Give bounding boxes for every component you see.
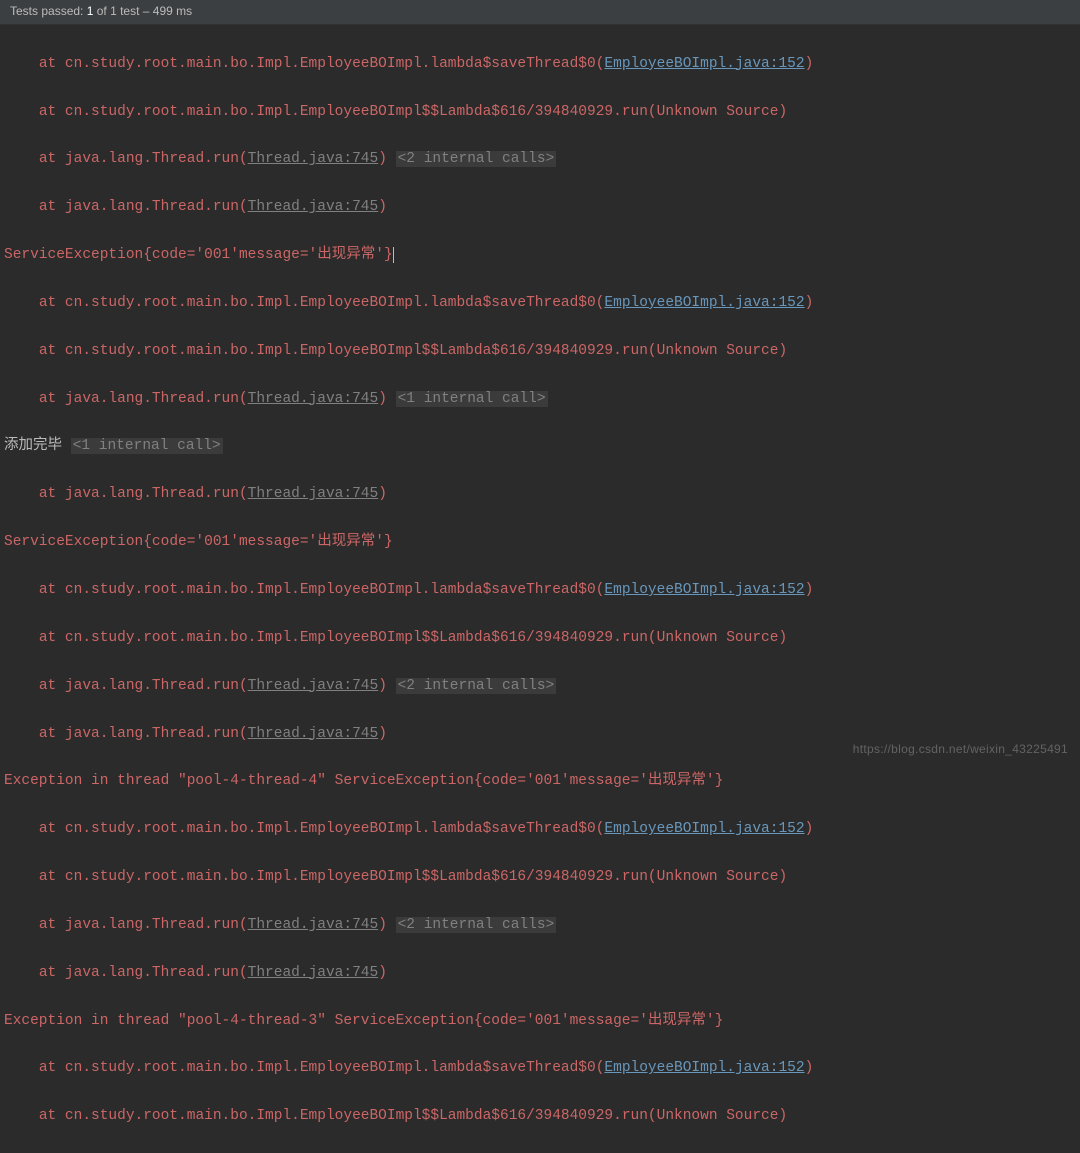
tests-time: 499 ms [153,4,192,18]
stacktrace-line: at java.lang.Thread.run(Thread.java:745)… [4,914,1080,938]
source-link[interactable]: Thread.java:745 [248,151,379,167]
stacktrace-line: at cn.study.root.main.bo.Impl.EmployeeBO… [4,292,1080,316]
source-link[interactable]: Thread.java:745 [248,199,379,215]
stacktrace-line: at java.lang.Thread.run(Thread.java:745)… [4,675,1080,699]
stacktrace-line: at cn.study.root.main.bo.Impl.EmployeeBO… [4,101,1080,125]
internal-calls-tag[interactable]: <1 internal call> [396,391,548,407]
source-link[interactable]: Thread.java:745 [248,726,379,742]
internal-calls-tag[interactable]: <2 internal calls> [396,151,557,167]
text-cursor [393,247,394,263]
exception-line: Exception in thread "pool-4-thread-4" Se… [4,770,1080,794]
exception-line: ServiceException{code='001'message='出现异常… [4,531,1080,555]
internal-calls-tag[interactable]: <2 internal calls> [396,917,557,933]
stacktrace-line: at java.lang.Thread.run(Thread.java:745) [4,196,1080,220]
test-status-header: Tests passed: 1 of 1 test – 499 ms [0,0,1080,25]
stacktrace-line: at java.lang.Thread.run(Thread.java:745)… [4,388,1080,412]
stacktrace-line: at cn.study.root.main.bo.Impl.EmployeeBO… [4,1057,1080,1081]
exception-line: Exception in thread "pool-4-thread-3" Se… [4,1010,1080,1034]
source-link[interactable]: EmployeeBOImpl.java:152 [604,56,804,72]
stacktrace-line: at cn.study.root.main.bo.Impl.EmployeeBO… [4,818,1080,842]
exception-line: ServiceException{code='001'message='出现异常… [4,244,1080,268]
source-link[interactable]: EmployeeBOImpl.java:152 [604,582,804,598]
source-link[interactable]: EmployeeBOImpl.java:152 [604,821,804,837]
tests-passed-mid: of 1 test – [93,4,152,18]
source-link[interactable]: Thread.java:745 [248,965,379,981]
stacktrace-line: at cn.study.root.main.bo.Impl.EmployeeBO… [4,579,1080,603]
console-output[interactable]: at cn.study.root.main.bo.Impl.EmployeeBO… [0,25,1080,1153]
source-link[interactable]: Thread.java:745 [248,917,379,933]
stacktrace-line: at java.lang.Thread.run(Thread.java:745)… [4,148,1080,172]
internal-calls-tag[interactable]: <1 internal call> [71,438,223,454]
stacktrace-line: at cn.study.root.main.bo.Impl.EmployeeBO… [4,627,1080,651]
tests-passed-prefix: Tests passed: [10,4,87,18]
stacktrace-line: at java.lang.Thread.run(Thread.java:745) [4,962,1080,986]
watermark-text: https://blog.csdn.net/weixin_43225491 [853,740,1068,760]
stacktrace-line: at java.lang.Thread.run(Thread.java:745) [4,483,1080,507]
stacktrace-line: at cn.study.root.main.bo.Impl.EmployeeBO… [4,340,1080,364]
source-link[interactable]: Thread.java:745 [248,486,379,502]
stacktrace-line: at cn.study.root.main.bo.Impl.EmployeeBO… [4,866,1080,890]
output-line: 添加完毕 <1 internal call> [4,435,1080,459]
stacktrace-line: at cn.study.root.main.bo.Impl.EmployeeBO… [4,1105,1080,1129]
stacktrace-line: at cn.study.root.main.bo.Impl.EmployeeBO… [4,53,1080,77]
source-link[interactable]: EmployeeBOImpl.java:152 [604,1060,804,1076]
internal-calls-tag[interactable]: <2 internal calls> [396,678,557,694]
source-link[interactable]: Thread.java:745 [248,678,379,694]
source-link[interactable]: EmployeeBOImpl.java:152 [604,295,804,311]
source-link[interactable]: Thread.java:745 [248,391,379,407]
